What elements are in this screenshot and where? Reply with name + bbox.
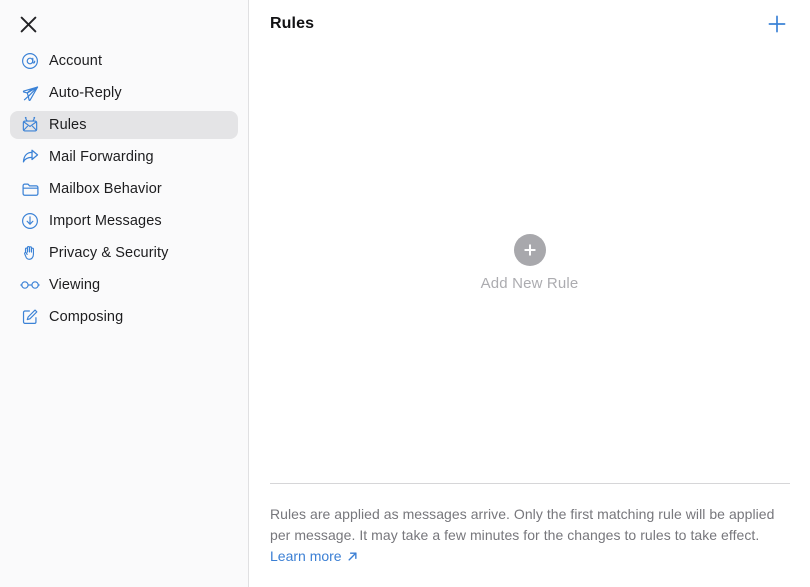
learn-more-link[interactable]: Learn more [270,546,359,567]
sidebar-item-privacy-security[interactable]: Privacy & Security [10,239,238,267]
sidebar-item-auto-reply[interactable]: Auto-Reply [10,79,238,107]
panel-footer: Rules are applied as messages arrive. On… [270,483,790,567]
sidebar-item-account[interactable]: Account [10,47,238,75]
sidebar-item-label: Composing [49,308,124,325]
sidebar-item-composing[interactable]: Composing [10,303,238,331]
hand-icon [20,243,40,263]
page-title: Rules [270,14,315,32]
plus-icon [768,15,786,32]
sidebar-item-label: Account [49,52,103,69]
sidebar-item-label: Mailbox Behavior [49,180,162,197]
sidebar-item-label: Mail Forwarding [49,148,154,165]
sidebar-item-label: Auto-Reply [49,84,122,101]
download-circle-icon [20,211,40,231]
footer-divider [270,483,790,484]
at-sign-circle-icon [20,51,40,71]
sidebar-item-mail-forwarding[interactable]: Mail Forwarding [10,143,238,171]
sidebar-item-import-messages[interactable]: Import Messages [10,207,238,235]
sidebar-item-label: Import Messages [49,212,162,229]
close-icon[interactable] [14,10,42,38]
panel-header: Rules [249,0,810,47]
add-new-rule-empty-state[interactable]: Add New Rule [249,47,810,479]
plus-circle-icon [513,234,546,266]
sidebar-item-viewing[interactable]: Viewing [10,271,238,299]
rules-envelope-icon [20,115,40,135]
learn-more-label: Learn more [270,548,342,564]
add-new-rule-label: Add New Rule [480,275,579,292]
sidebar-item-mailbox-behavior[interactable]: Mailbox Behavior [10,175,238,203]
sidebar-item-label: Viewing [49,276,101,293]
paper-plane-icon [20,83,40,103]
rules-panel: Rules Add New Rule Rules are applied as … [249,0,810,587]
forward-arrow-icon [20,147,40,167]
compose-icon [20,307,40,327]
add-rule-button[interactable] [764,11,790,37]
sidebar-item-label: Privacy & Security [49,244,169,261]
glasses-icon [20,275,40,295]
settings-window: Account Auto-Reply Rules Mail Forwarding… [0,0,810,587]
settings-nav-list: Account Auto-Reply Rules Mail Forwarding… [0,47,248,335]
external-link-arrow-icon [348,552,357,561]
sidebar-item-rules[interactable]: Rules [10,111,238,139]
footer-description: Rules are applied as messages arrive. On… [270,506,775,543]
sidebar-item-label: Rules [49,116,87,133]
folder-icon [20,179,40,199]
settings-sidebar: Account Auto-Reply Rules Mail Forwarding… [0,0,249,587]
